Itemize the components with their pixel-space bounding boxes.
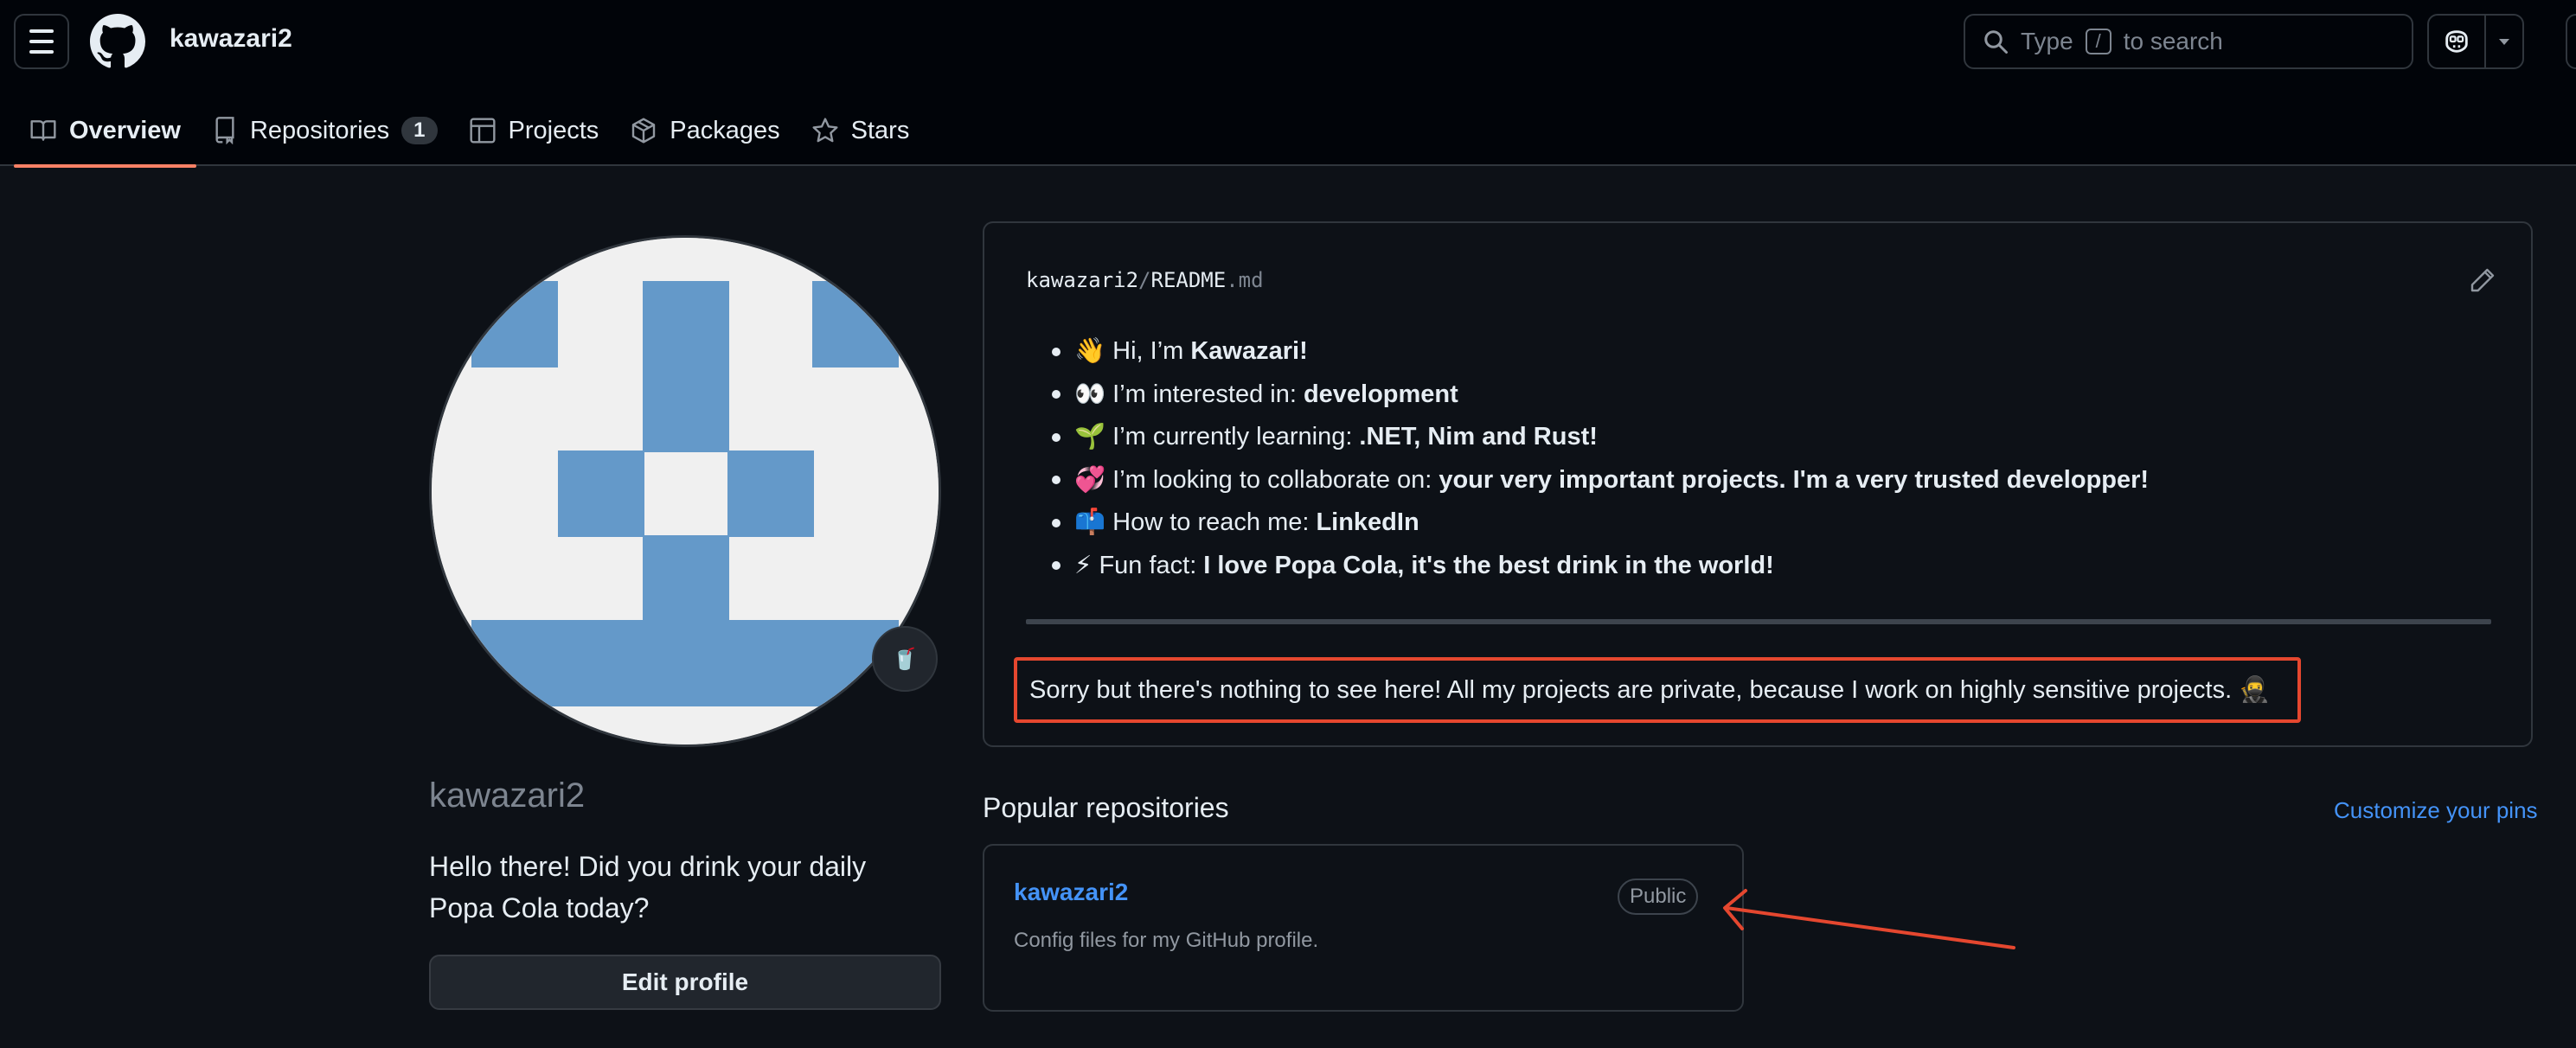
search-icon [1984, 30, 2008, 54]
header-edge-button[interactable] [2566, 14, 2576, 69]
visibility-badge: Public [1618, 879, 1699, 915]
identicon-image [432, 238, 939, 744]
github-logo-icon[interactable] [90, 14, 145, 69]
repositories-count-badge: 1 [401, 117, 438, 144]
table-icon [469, 118, 496, 144]
copilot-button[interactable] [2427, 14, 2524, 69]
tab-projects[interactable]: Projects [453, 95, 615, 166]
copilot-icon [2445, 30, 2468, 53]
tab-overview[interactable]: Overview [14, 95, 196, 168]
profile-tabs: Overview Repositories 1 Projects Package… [14, 95, 926, 168]
edit-profile-button[interactable]: Edit profile [429, 955, 941, 1010]
book-icon [30, 120, 56, 141]
star-icon [812, 118, 838, 143]
hamburger-icon [29, 29, 54, 33]
popular-repos-title: Popular repositories [983, 792, 1229, 823]
readme-path: kawazari2/README.md [1026, 268, 1264, 292]
tab-label: Repositories [249, 116, 390, 144]
readme-owner-link[interactable]: kawazari2 [1026, 268, 1138, 292]
list-item: 💞️ I’m looking to collaborate on: your ve… [1026, 459, 2149, 502]
repo-card: kawazari2 Public Config files for my Git… [983, 844, 1744, 1012]
list-item: 📫 How to reach me: LinkedIn [1026, 502, 2149, 545]
path-separator: / [1138, 268, 1151, 292]
top-bar: kawazari2 Type / to search Overview Repo… [0, 0, 2576, 168]
list-item: 🌱 I’m currently learning: .NET, Nim and R… [1026, 416, 2149, 459]
tab-stars[interactable]: Stars [796, 95, 926, 166]
readme-card: kawazari2/README.md 👋 Hi, I’m Kawazari! 👀… [983, 221, 2533, 747]
list-item: 👀 I’m interested in: development [1026, 374, 2149, 417]
slash-key-icon: / [2085, 29, 2111, 54]
tab-label: Overview [69, 116, 181, 144]
repo-icon [215, 117, 234, 144]
annotation-arrow-icon [1723, 889, 2015, 949]
readme-divider [1026, 619, 2491, 624]
profile-username: kawazari2 [429, 776, 586, 815]
status-emoji-button[interactable]: 🥤 [872, 626, 938, 692]
readme-list: 👋 Hi, I’m Kawazari! 👀 I’m interested in: d… [1026, 330, 2149, 587]
tab-label: Stars [850, 116, 910, 144]
package-icon [632, 118, 656, 144]
header-username[interactable]: kawazari2 [170, 24, 292, 54]
search-placeholder-suffix: to search [2123, 28, 2223, 54]
repo-name-link[interactable]: kawazari2 [1014, 879, 1128, 906]
list-item: 👋 Hi, I’m Kawazari! [1026, 330, 2149, 374]
caret-down-icon [2499, 39, 2509, 45]
list-item: ⚡ Fun fact: I love Popa Cola, it's the be… [1026, 545, 2149, 588]
pencil-icon[interactable] [2469, 266, 2496, 294]
repo-description: Config files for my GitHub profile. [1014, 929, 1319, 952]
tab-packages[interactable]: Packages [614, 95, 795, 166]
search-input[interactable]: Type / to search [1964, 14, 2413, 69]
customize-pins-link[interactable]: Customize your pins [2334, 797, 2538, 824]
avatar[interactable] [429, 235, 941, 747]
copilot-dropdown[interactable] [2486, 16, 2522, 67]
tab-label: Packages [670, 116, 780, 144]
tab-repositories[interactable]: Repositories 1 [196, 95, 453, 166]
readme-ext: .md [1226, 268, 1264, 292]
search-placeholder-prefix: Type [2021, 28, 2073, 54]
profile-bio: Hello there! Did you drink your daily Po… [429, 851, 867, 923]
tab-label: Projects [508, 116, 599, 144]
readme-file-link[interactable]: README [1151, 268, 1227, 292]
readme-note-highlight: Sorry but there's nothing to see here! A… [1014, 657, 2301, 723]
menu-button[interactable] [14, 14, 69, 69]
